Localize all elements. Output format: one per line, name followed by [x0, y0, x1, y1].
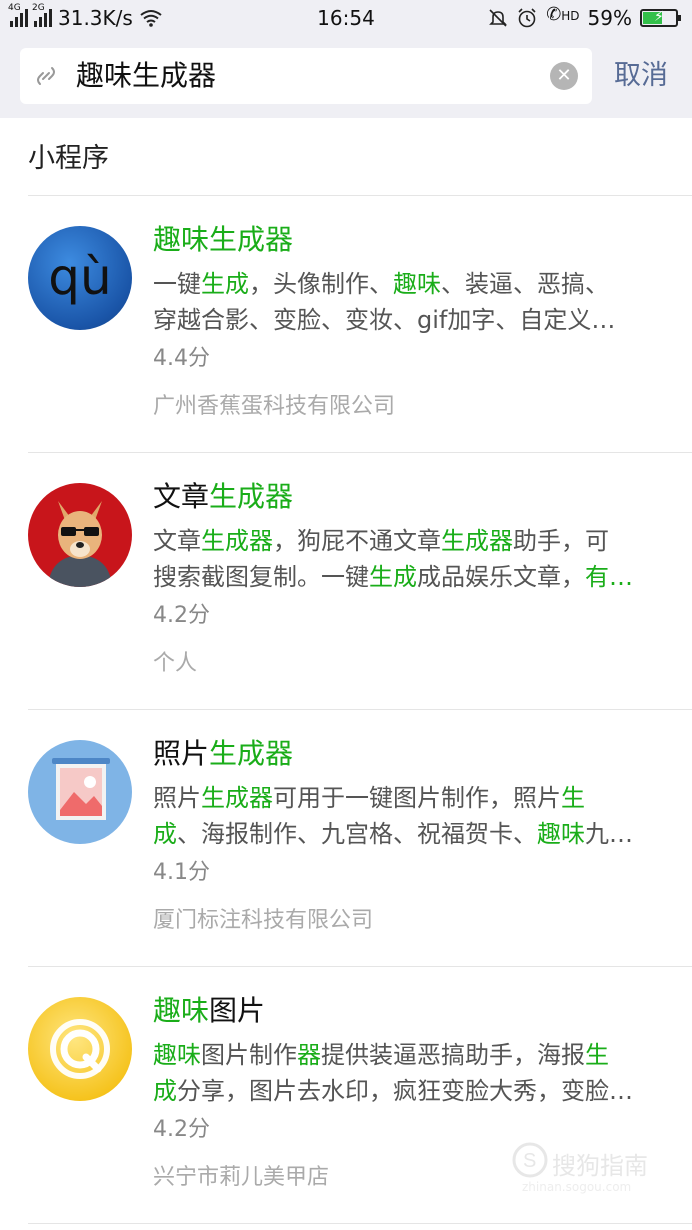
search-input[interactable]: 趣味生成器 ✕ — [20, 48, 592, 104]
picture-frame-icon — [52, 758, 110, 820]
rating: 4.2分 — [153, 603, 210, 628]
highlighted-keyword: 生成器 — [441, 527, 513, 555]
highlighted-keyword: 生成 — [201, 270, 249, 298]
highlighted-keyword: 生成器 — [201, 527, 273, 555]
description-line: 文章生成器，狗屁不通文章生成器助手，可 — [153, 523, 665, 559]
text-segment: 成品娱乐文章， — [417, 563, 585, 591]
text-segment: 九… — [585, 820, 633, 848]
result-description: 文章生成器，狗屁不通文章生成器助手，可 搜索截图复制。一键生成成品娱乐文章，有… — [153, 523, 665, 595]
text-segment: 照片 — [153, 784, 201, 812]
result-name: 文章生成器 — [153, 479, 293, 515]
dog-sunglasses-icon — [48, 501, 112, 587]
result-item[interactable]: 照片生成器 照片生成器可用于一键图片制作，照片生 成、海报制作、九宫格、祝福贺卡… — [0, 710, 692, 967]
clear-icon[interactable]: ✕ — [550, 62, 578, 90]
highlighted-keyword: 生成器 — [209, 737, 294, 770]
text-segment: 照片 — [153, 737, 210, 770]
highlighted-keyword: 生 — [561, 784, 585, 812]
description-line: 照片生成器可用于一键图片制作，照片生 — [153, 780, 665, 816]
text-segment: 图片 — [209, 994, 266, 1027]
highlighted-keyword: 生成器 — [201, 784, 273, 812]
company-name: 个人 — [153, 651, 198, 676]
description-line: 成分享，图片去水印，疯狂变脸大秀，变脸… — [153, 1073, 665, 1109]
alarm-icon — [518, 8, 536, 28]
section-header: 小程序 — [0, 118, 692, 196]
company-name: 广州香蕉蛋科技有限公司 — [153, 394, 396, 419]
watermark-url: zhinan.sogou.com — [522, 1180, 632, 1194]
results-section: 小程序 qù 趣味生成器 一键生成，头像制作、趣味、装逼、恶搞、 穿越合影、变脸… — [0, 118, 692, 1224]
rating: 4.1分 — [153, 860, 210, 885]
watermark: S 搜狗指南 zhinan.sogou.com — [512, 1140, 672, 1200]
text-segment: 文章 — [153, 527, 201, 555]
svg-text:S: S — [523, 1150, 536, 1172]
text-segment: 可用于一键图片制作，照片 — [273, 784, 561, 812]
highlighted-keyword: 趣味 — [153, 1041, 201, 1069]
watermark-text: 搜狗指南 — [552, 1152, 648, 1180]
text-segment: 穿越合影、变脸、变妆、gif加字、自定义… — [153, 306, 616, 334]
text-segment: 、海报制作、九宫格、祝福贺卡、 — [177, 820, 537, 848]
text-segment: ，狗屁不通文章 — [273, 527, 441, 555]
result-description: 趣味图片制作器提供装逼恶搞助手，海报生 成分享，图片去水印，疯狂变脸大秀，变脸… — [153, 1037, 665, 1109]
highlighted-keyword: 趣味 — [153, 994, 210, 1027]
description-line: 趣味图片制作器提供装逼恶搞助手，海报生 — [153, 1037, 665, 1073]
status-bar: 4G 2G 31.3K/s 16:54 ✆HD 59% ⚡ — [0, 0, 692, 36]
section-title: 小程序 — [28, 143, 109, 174]
highlighted-keyword: 趣味 — [537, 820, 585, 848]
avatar-photo — [28, 740, 132, 844]
cancel-button[interactable]: 取消 — [614, 58, 668, 94]
sogou-logo-icon: S — [512, 1142, 548, 1178]
company-name: 厦门标注科技有限公司 — [153, 908, 374, 933]
highlighted-keyword: 生成 — [369, 563, 417, 591]
mini-program-link-icon — [37, 67, 55, 85]
result-item[interactable]: 文章生成器 文章生成器，狗屁不通文章生成器助手，可 搜索截图复制。一键生成成品娱… — [0, 453, 692, 710]
battery-percent: 59% — [587, 6, 632, 30]
text-segment: 分享，图片去水印，疯狂变脸大秀，变脸… — [177, 1077, 633, 1105]
avatar-text: qù — [48, 248, 112, 306]
charging-icon: ⚡ — [654, 9, 664, 25]
rating: 4.4分 — [153, 346, 210, 371]
result-name: 趣味图片 — [153, 993, 265, 1029]
result-description: 照片生成器可用于一键图片制作，照片生 成、海报制作、九宫格、祝福贺卡、趣味九… — [153, 780, 665, 852]
highlighted-keyword: 成 — [153, 1077, 177, 1105]
result-item[interactable]: qù 趣味生成器 一键生成，头像制作、趣味、装逼、恶搞、 穿越合影、变脸、变妆、… — [0, 196, 692, 453]
highlighted-keyword: 成 — [153, 820, 177, 848]
status-right: ✆HD 59% ⚡ — [488, 3, 681, 30]
text-segment: 文章 — [153, 480, 210, 513]
company-name: 兴宁市莉儿美甲店 — [153, 1165, 330, 1190]
text-segment: 一键 — [153, 270, 201, 298]
search-query[interactable]: 趣味生成器 — [76, 58, 216, 94]
text-segment: 图片制作 — [201, 1041, 297, 1069]
highlighted-keyword: 生成器 — [209, 480, 294, 513]
highlighted-keyword: 生 — [585, 1041, 609, 1069]
highlighted-keyword: 趣味生成器 — [153, 223, 294, 256]
text-segment: 搜索截图复制。一键 — [153, 563, 369, 591]
description-line: 成、海报制作、九宫格、祝福贺卡、趣味九… — [153, 816, 665, 852]
highlighted-keyword: 器 — [297, 1041, 321, 1069]
text-segment: 提供装逼恶搞助手，海报 — [321, 1041, 585, 1069]
highlighted-keyword: 有… — [585, 563, 633, 591]
rating: 4.2分 — [153, 1117, 210, 1142]
text-segment: 、装逼、恶搞、 — [441, 270, 609, 298]
description-line: 穿越合影、变脸、变妆、gif加字、自定义… — [153, 302, 665, 338]
text-segment: ，头像制作、 — [249, 270, 393, 298]
q-logo-icon — [50, 1019, 110, 1079]
result-name: 趣味生成器 — [153, 222, 293, 258]
result-description: 一键生成，头像制作、趣味、装逼、恶搞、 穿越合影、变脸、变妆、gif加字、自定义… — [153, 266, 665, 338]
avatar-qu: qù — [28, 226, 132, 330]
hd-call-icon: ✆HD — [546, 3, 580, 25]
search-row: 趣味生成器 ✕ 取消 — [20, 48, 692, 104]
top-bar: 4G 2G 31.3K/s 16:54 ✆HD 59% ⚡ 趣味生成器 ✕ 取消 — [0, 0, 692, 118]
highlighted-keyword: 趣味 — [393, 270, 441, 298]
description-line: 搜索截图复制。一键生成成品娱乐文章，有… — [153, 559, 665, 595]
result-name: 照片生成器 — [153, 736, 293, 772]
description-line: 一键生成，头像制作、趣味、装逼、恶搞、 — [153, 266, 665, 302]
avatar-q — [28, 997, 132, 1101]
text-segment: 助手，可 — [513, 527, 609, 555]
mute-bell-icon — [489, 9, 508, 27]
avatar-dog — [28, 483, 132, 587]
battery-icon: ⚡ — [640, 9, 681, 27]
